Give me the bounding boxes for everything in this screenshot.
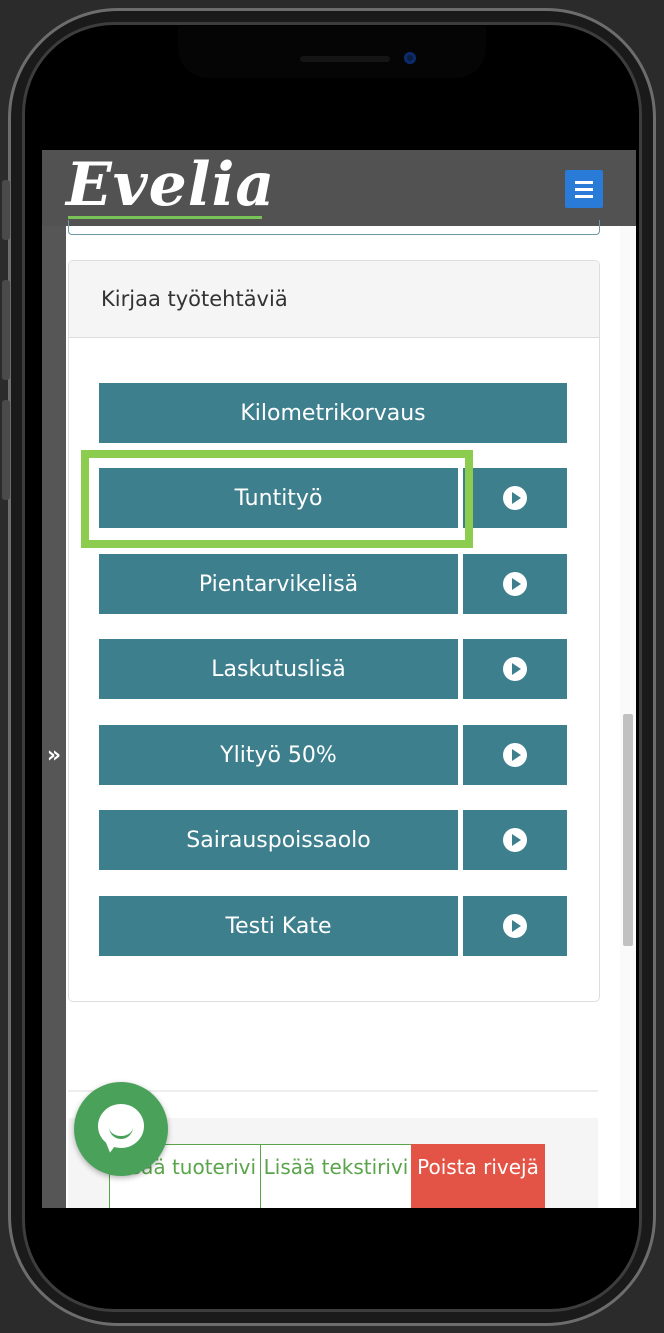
- task-button-kilometrikorvaus[interactable]: Kilometrikorvaus: [99, 383, 567, 443]
- play-icon: [503, 828, 527, 852]
- scrollbar-thumb[interactable]: [623, 714, 633, 946]
- chat-button[interactable]: [74, 1082, 168, 1176]
- task-play-button-testi-kate[interactable]: [463, 896, 567, 956]
- play-icon: [503, 572, 527, 596]
- phone-camera: [404, 52, 416, 64]
- evelia-logo[interactable]: Evelia: [66, 152, 275, 218]
- play-icon: [503, 657, 527, 681]
- task-play-button-ylityo-50[interactable]: [463, 725, 567, 785]
- task-play-button-laskutuslisa[interactable]: [463, 639, 567, 699]
- phone-notch: [178, 26, 486, 78]
- phone-mute-switch: [2, 180, 10, 240]
- play-icon: [503, 486, 527, 510]
- task-button-pientarvikelisa[interactable]: Pientarvikelisä: [99, 554, 458, 614]
- logo-underline: [68, 216, 262, 219]
- task-card-title: Kirjaa työtehtäviä: [101, 287, 288, 311]
- task-card: Kirjaa työtehtäviä: [68, 260, 600, 1002]
- task-play-button-pientarvikelisa[interactable]: [463, 554, 567, 614]
- add-text-row-button[interactable]: Lisää tekstirivi: [260, 1144, 412, 1208]
- task-button-testi-kate[interactable]: Testi Kate: [99, 896, 458, 956]
- previous-card-edge: [68, 220, 600, 235]
- phone-speaker: [300, 56, 390, 62]
- hamburger-icon: [575, 181, 593, 184]
- phone-volume-up: [2, 280, 10, 380]
- task-card-header: Kirjaa työtehtäviä: [69, 261, 599, 338]
- task-button-sairauspoissaolo[interactable]: Sairauspoissaolo: [99, 810, 458, 870]
- hamburger-menu-button[interactable]: [565, 170, 603, 208]
- task-play-button-sairauspoissaolo[interactable]: [463, 810, 567, 870]
- play-icon: [503, 914, 527, 938]
- app-header: Evelia: [42, 150, 636, 226]
- hamburger-icon: [575, 188, 593, 191]
- task-button-tuntityo[interactable]: Tuntityö: [99, 468, 458, 528]
- delete-rows-button[interactable]: Poista rivejä: [411, 1144, 545, 1208]
- task-button-ylityo-50[interactable]: Ylityö 50%: [99, 725, 458, 785]
- play-icon: [503, 743, 527, 767]
- task-button-laskutuslisa[interactable]: Laskutuslisä: [99, 639, 458, 699]
- phone-volume-down: [2, 400, 10, 500]
- collapsed-sidebar: »: [42, 226, 66, 1208]
- double-chevron-right-icon[interactable]: »: [43, 744, 65, 768]
- hamburger-icon: [575, 195, 593, 198]
- app-screen: Evelia » Kirjaa työtehtäviä Kilometrikor…: [42, 150, 636, 1208]
- task-play-button-tuntityo[interactable]: [463, 468, 567, 528]
